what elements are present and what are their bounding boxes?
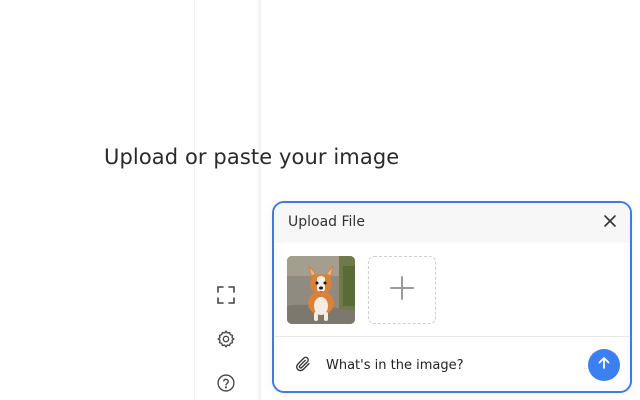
- page-headline: Upload or paste your image: [104, 145, 400, 169]
- panel-divider: [274, 336, 630, 337]
- add-image-button[interactable]: [368, 256, 436, 324]
- upload-panel-title: Upload File: [288, 214, 365, 230]
- settings-button[interactable]: [210, 325, 242, 357]
- plus-icon: [388, 274, 416, 307]
- app-stage: Upload or paste your image Upload File W…: [0, 0, 640, 400]
- rail-divider: [258, 0, 261, 400]
- send-button[interactable]: [588, 349, 620, 381]
- gear-icon: [216, 329, 236, 354]
- fullscreen-button[interactable]: [210, 281, 242, 313]
- uploaded-image-thumbnail[interactable]: [287, 256, 355, 324]
- help-icon: [216, 373, 236, 398]
- upload-panel-header: Upload File: [274, 203, 630, 243]
- paperclip-icon: [294, 355, 312, 378]
- fullscreen-icon: [216, 285, 236, 310]
- close-icon: [603, 214, 617, 233]
- arrow-up-icon: [596, 355, 612, 376]
- attach-button[interactable]: [292, 355, 314, 377]
- help-button[interactable]: [210, 369, 242, 400]
- close-button[interactable]: [598, 211, 622, 235]
- prompt-input[interactable]: [326, 353, 576, 377]
- upload-panel: Upload File: [272, 201, 632, 393]
